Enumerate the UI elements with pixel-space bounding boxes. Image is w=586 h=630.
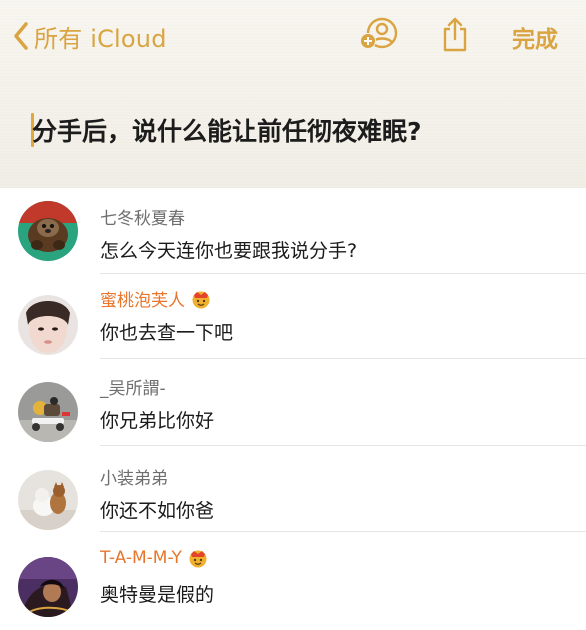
share-icon (440, 16, 470, 56)
comment-message: 你也去查一下吧 (100, 322, 234, 344)
back-button[interactable]: 所有 iCloud (12, 18, 167, 54)
comment-message: 奥特曼是假的 (100, 584, 215, 606)
done-button[interactable]: 完成 (512, 20, 558, 54)
author-name: _吴所謂- (100, 379, 166, 399)
comment-author[interactable]: T-A-M-M-Y (100, 548, 209, 568)
avatar[interactable] (18, 557, 78, 617)
avatar[interactable] (18, 295, 78, 355)
comment-message: 你还不如你爸 (100, 500, 215, 522)
avatar[interactable] (18, 382, 78, 442)
add-person-button[interactable] (358, 16, 400, 56)
author-name: 蜜桃泡芙人 (100, 291, 185, 311)
back-button-label: 所有 iCloud (34, 24, 167, 53)
list-item[interactable]: T-A-M-M-Y 奥特曼是假的 (0, 532, 586, 618)
navigation-bar: 所有 iCloud 完成 (0, 0, 586, 72)
list-item[interactable]: 小装弟弟 你还不如你爸 (0, 446, 586, 532)
comment-message: 你兄弟比你好 (100, 410, 215, 432)
divider (100, 358, 586, 359)
crown-badge-icon (190, 289, 212, 309)
avatar[interactable] (18, 201, 78, 261)
author-name: 小装弟弟 (100, 469, 168, 489)
list-item[interactable]: _吴所謂- 你兄弟比你好 (0, 360, 586, 446)
comment-message: 怎么今天连你也要跟我说分手? (100, 240, 358, 262)
comment-list: 七冬秋夏春 怎么今天连你也要跟我说分手? 蜜桃泡芙人 你也去查一下吧 _吴所謂-… (0, 188, 586, 630)
crown-badge-icon (187, 548, 209, 568)
comment-author[interactable]: 蜜桃泡芙人 (100, 286, 212, 311)
list-item[interactable]: 蜜桃泡芙人 你也去查一下吧 (0, 274, 586, 360)
list-item[interactable]: 七冬秋夏春 怎么今天连你也要跟我说分手? (0, 188, 586, 274)
comment-author[interactable]: 七冬秋夏春 (100, 204, 185, 229)
note-editor-area: 所有 iCloud 完成 分手后，说什么能让前任彻夜难眠? (0, 0, 586, 188)
note-title[interactable]: 分手后，说什么能让前任彻夜难眠? (32, 112, 422, 148)
author-name: T-A-M-M-Y (100, 548, 182, 568)
comment-author[interactable]: 小装弟弟 (100, 464, 168, 489)
share-button[interactable] (434, 16, 476, 56)
author-name: 七冬秋夏春 (100, 209, 185, 229)
avatar[interactable] (18, 470, 78, 530)
add-person-icon (359, 16, 399, 56)
chevron-left-icon (12, 21, 30, 51)
comment-author[interactable]: _吴所謂- (100, 374, 166, 399)
